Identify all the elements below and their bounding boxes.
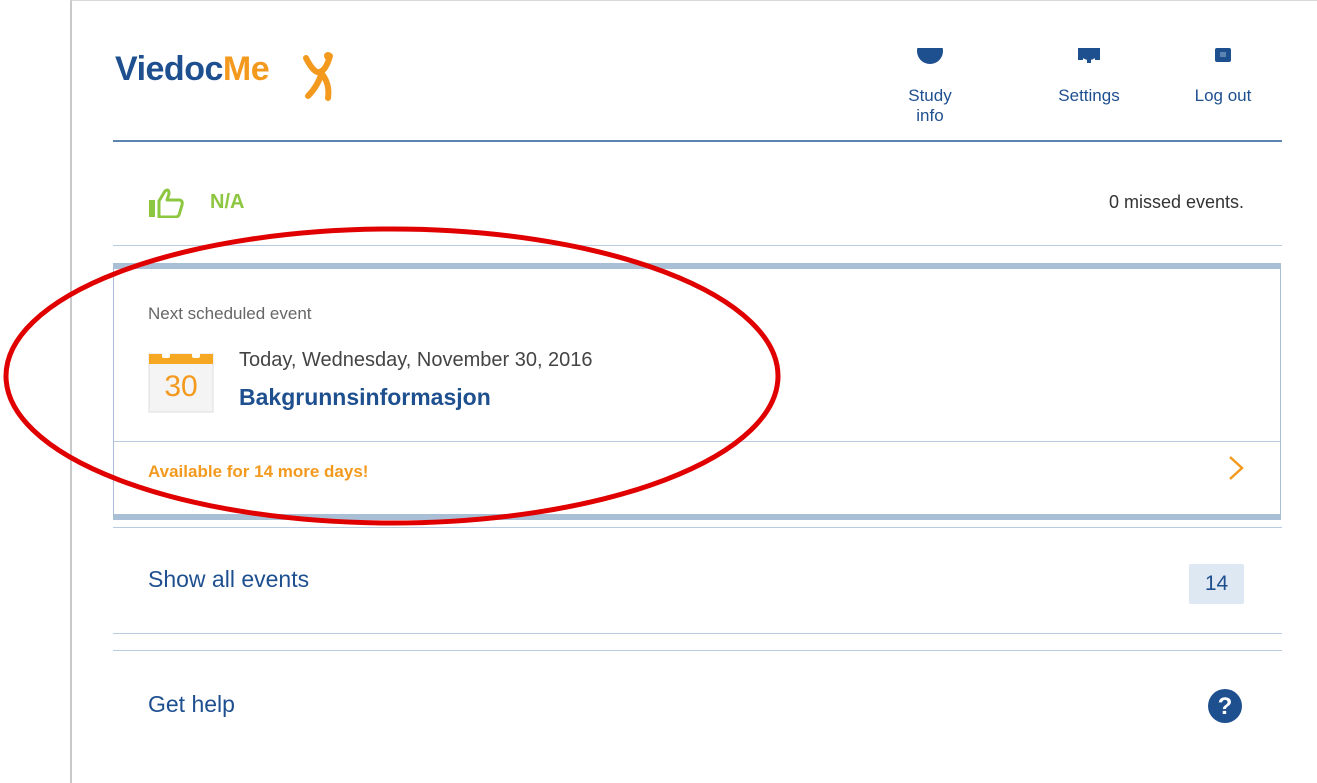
log-out-button[interactable]: Log out	[1181, 48, 1265, 106]
info-icon	[917, 48, 943, 68]
settings-label: Settings	[1058, 86, 1120, 105]
calendar-day: 30	[164, 370, 198, 403]
show-all-events-row[interactable]: Show all events 14	[113, 527, 1282, 634]
settings-button[interactable]: Settings	[1046, 48, 1132, 106]
calendar-icon: 30	[148, 348, 214, 414]
logout-icon	[1210, 48, 1236, 68]
study-info-label: Study info	[908, 86, 952, 125]
next-event-heading: Next scheduled event	[148, 304, 312, 323]
event-date: Today, Wednesday, November 30, 2016	[239, 349, 593, 371]
logo-figure-icon	[303, 52, 333, 101]
compliance-status-row: N/A 0 missed events.	[113, 142, 1282, 246]
thumbs-up-icon	[149, 188, 184, 218]
log-out-label: Log out	[1194, 86, 1252, 105]
gear-icon	[1076, 48, 1102, 68]
card-divider	[114, 441, 1280, 442]
chevron-right-icon[interactable]	[1226, 453, 1248, 483]
get-help-link[interactable]: Get help	[148, 691, 235, 718]
event-count-badge: 14	[1189, 564, 1244, 604]
event-name-link[interactable]: Bakgrunnsinformasjon	[239, 384, 491, 411]
compliance-value: N/A	[210, 191, 245, 213]
question-icon[interactable]: ?	[1208, 689, 1242, 723]
get-help-row[interactable]: Get help ?	[113, 650, 1282, 761]
show-all-events-link[interactable]: Show all events	[148, 566, 309, 593]
missed-events-text: 0 missed events.	[1108, 192, 1244, 212]
study-info-button[interactable]: Study info	[893, 48, 967, 126]
next-event-card[interactable]: Next scheduled event 30 Today, Wednesday…	[113, 263, 1281, 520]
availability-text: Available for 14 more days!	[148, 462, 369, 481]
viedocme-logo: ViedocMe	[115, 50, 270, 88]
